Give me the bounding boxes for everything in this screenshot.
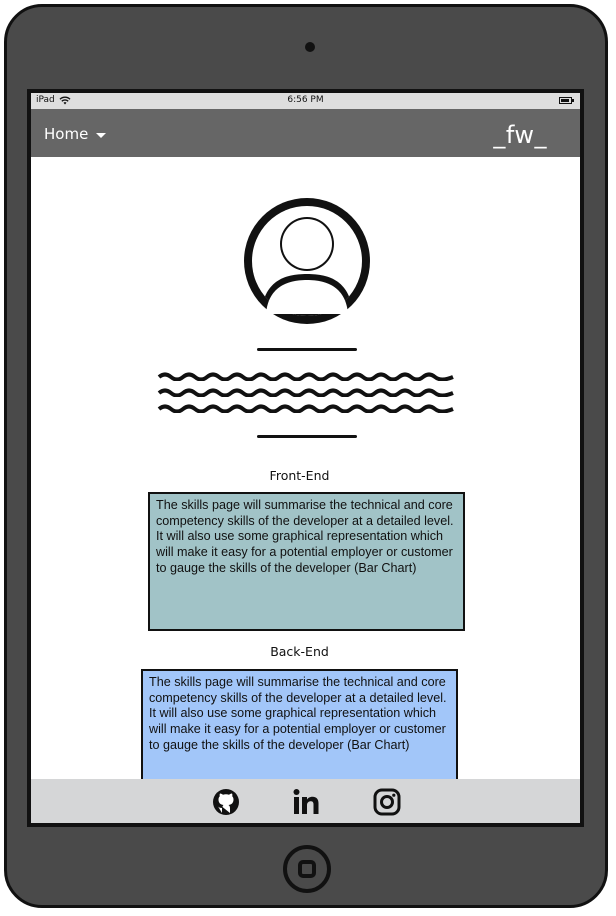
front-end-description: The skills page will summarise the techn… [148, 492, 465, 631]
device-home-button[interactable] [283, 845, 331, 893]
placeholder-scribble-line [157, 388, 454, 397]
home-label: Home [44, 125, 89, 143]
battery-icon [559, 97, 574, 104]
top-navbar: Home _fw_ [31, 109, 580, 157]
camera-dot [305, 42, 315, 52]
back-end-heading: Back-End [270, 644, 329, 659]
device-screen: iPad 6:56 PM Home _fw_ Front-End The ski… [27, 89, 584, 827]
front-end-heading: Front-End [269, 468, 330, 483]
placeholder-scribble-line [157, 372, 454, 381]
home-dropdown[interactable]: Home [44, 125, 107, 143]
chevron-down-icon [96, 132, 107, 138]
brand-logo[interactable]: _fw_ [493, 121, 547, 149]
instagram-icon[interactable] [372, 787, 402, 817]
github-icon[interactable] [211, 787, 241, 817]
linkedin-icon[interactable] [291, 787, 321, 817]
status-bar: iPad 6:56 PM [31, 93, 580, 109]
main-content: Front-End The skills page will summarise… [31, 157, 580, 789]
social-footer [31, 779, 580, 823]
profile-avatar-icon [244, 198, 370, 324]
placeholder-scribble-line [157, 404, 454, 413]
back-end-description: The skills page will summarise the techn… [141, 669, 458, 789]
divider-top [257, 348, 357, 351]
divider-bottom [257, 435, 357, 438]
home-button-square-icon [298, 860, 316, 878]
status-time: 6:56 PM [287, 95, 324, 105]
